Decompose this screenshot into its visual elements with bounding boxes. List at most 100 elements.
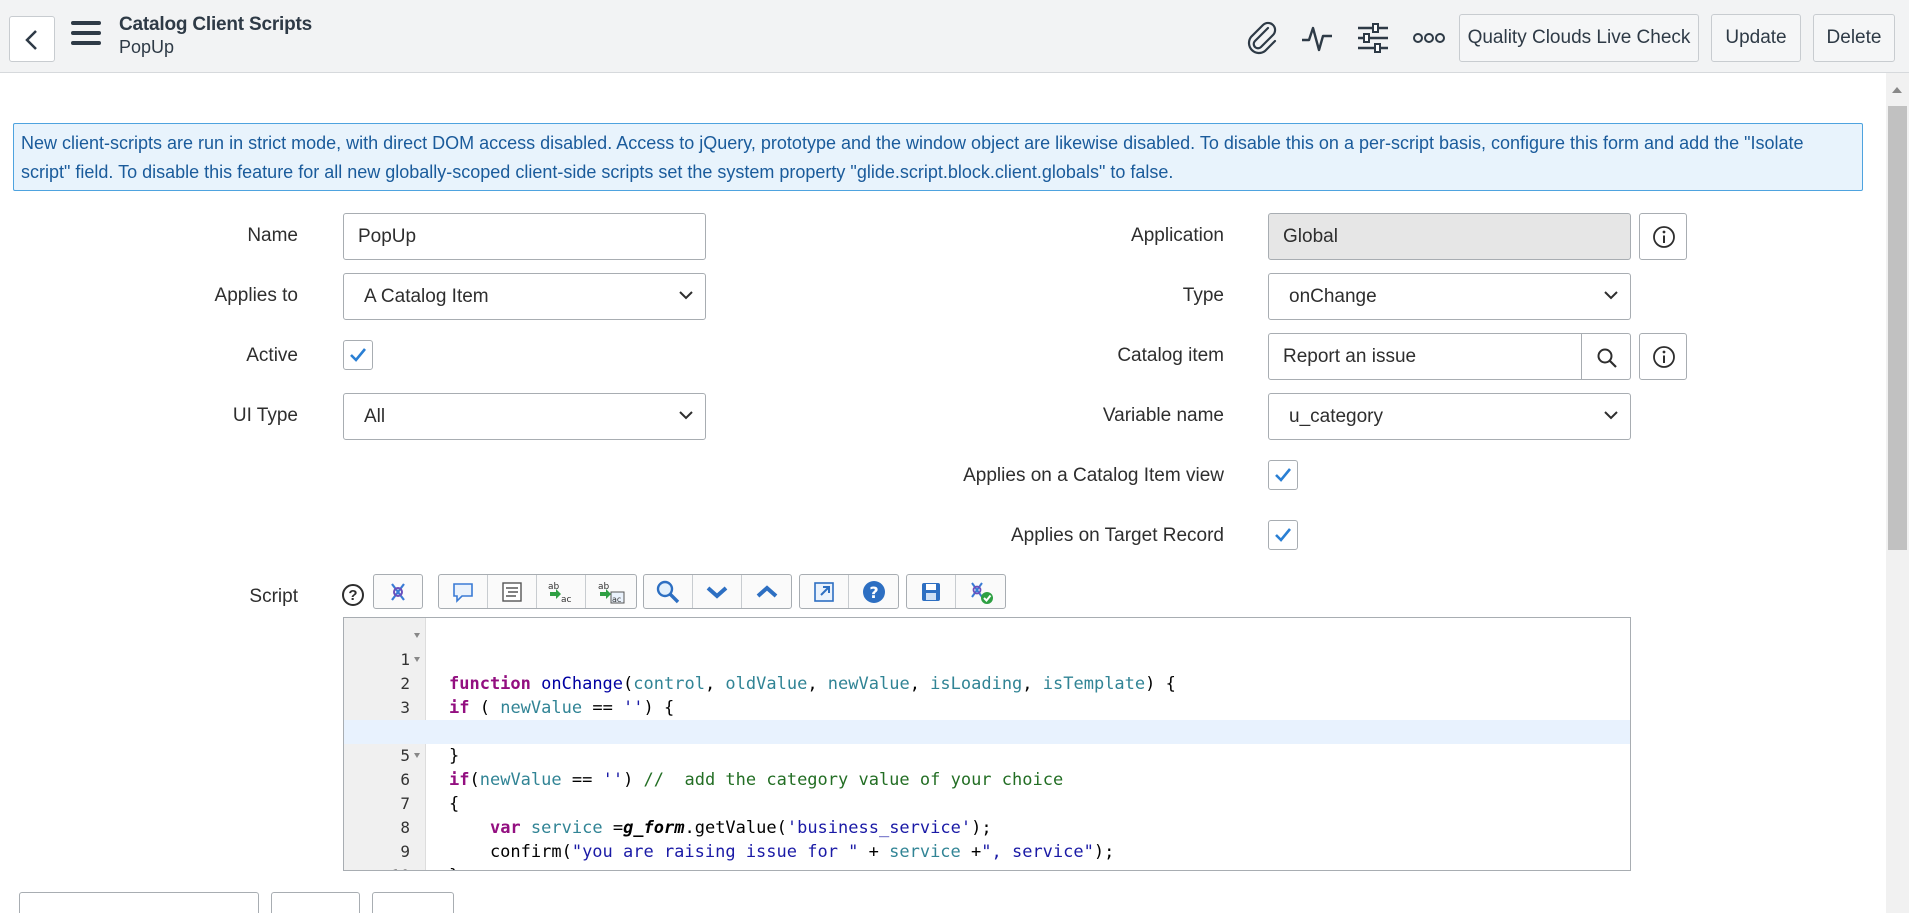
variable-name-value: u_category: [1289, 405, 1384, 427]
script-label: Script: [249, 586, 298, 607]
applies-to-label: Applies to: [214, 285, 298, 306]
bottom-delete-button[interactable]: [372, 892, 454, 913]
validate-script-button[interactable]: [956, 575, 1005, 608]
svg-text:?: ?: [869, 583, 878, 602]
check-icon: [1275, 528, 1292, 542]
type-value: onChange: [1289, 285, 1377, 307]
update-button[interactable]: Update: [1711, 14, 1801, 62]
code-line-active: 5 if(newValue == '') // add the category…: [344, 720, 1630, 790]
save-script-button[interactable]: [907, 575, 956, 608]
active-label: Active: [246, 345, 298, 366]
replace-all-icon: abac: [598, 582, 624, 604]
info-icon: [1653, 346, 1675, 368]
syntax-toggle-icon: [391, 582, 405, 601]
ui-type-label: UI Type: [232, 405, 298, 426]
code-line: 8 confirm("you are raising issue for " +…: [344, 792, 1630, 862]
line-number: 10: [344, 864, 410, 870]
editor-help-button[interactable]: ?: [849, 575, 898, 608]
toolbar-group-2: ab ac ab ac: [438, 574, 637, 609]
chevron-down-icon: [1604, 291, 1618, 300]
code-line: 2 if ( newValue == '') {: [344, 648, 1630, 718]
applies-target-record-label: Applies on Target Record: [1011, 525, 1224, 546]
active-checkbox[interactable]: [343, 340, 373, 370]
find-next-button[interactable]: [693, 575, 742, 608]
more-icon[interactable]: [1411, 20, 1447, 56]
code-line: 4 }: [344, 696, 1630, 766]
format-button[interactable]: [488, 575, 537, 608]
paperclip-icon[interactable]: [1244, 20, 1280, 56]
applies-catalog-view-checkbox[interactable]: [1268, 460, 1298, 490]
applies-to-select[interactable]: A Catalog Item: [343, 273, 706, 320]
svg-text:ab: ab: [598, 582, 610, 592]
script-editor[interactable]: 1 function onChange(control, oldValue, n…: [343, 617, 1631, 871]
replace-button[interactable]: ab ac: [537, 575, 586, 608]
script-help-icon[interactable]: ?: [342, 584, 364, 606]
page-title: Catalog Client Scripts: [119, 14, 313, 35]
back-icon: [25, 30, 37, 50]
applies-to-value: A Catalog Item: [364, 285, 489, 307]
form-header: Catalog Client Scripts PopUp Quality Clo…: [0, 0, 1909, 73]
code-line: 3 return;: [344, 672, 1630, 742]
toolbar-group-4: ?: [799, 574, 899, 609]
live-check-button[interactable]: Quality Clouds Live Check: [1459, 14, 1699, 62]
fold-icon[interactable]: [414, 657, 420, 662]
code-line: 7 var service =g_form.getValue('business…: [344, 768, 1630, 838]
bottom-action-button[interactable]: [19, 892, 259, 913]
expand-icon: [814, 581, 834, 602]
variable-name-label: Variable name: [1102, 405, 1224, 426]
application-field: Global: [1268, 213, 1631, 260]
code-line: 6 {: [344, 744, 1630, 814]
replace-all-button[interactable]: ab ac: [586, 575, 635, 608]
toggle-syntax-button[interactable]: [374, 575, 422, 608]
application-label: Application: [1131, 225, 1224, 246]
applies-target-record-checkbox[interactable]: [1268, 520, 1298, 550]
title-block: Catalog Client Scripts PopUp: [119, 14, 312, 58]
comment-button[interactable]: [439, 575, 488, 608]
code-line: 9 }: [344, 816, 1630, 870]
chevron-down-icon: [679, 291, 693, 300]
toolbar-group-5: [906, 574, 1006, 609]
find-previous-button[interactable]: [742, 575, 791, 608]
check-icon: [350, 348, 367, 362]
format-icon: [502, 581, 522, 602]
catalog-item-label: Catalog item: [1117, 345, 1224, 366]
code-line: 10 }: [344, 840, 1630, 870]
bottom-update-button[interactable]: [271, 892, 360, 913]
svg-text:ac: ac: [612, 595, 621, 604]
page-subtitle: PopUp: [119, 37, 175, 57]
name-input[interactable]: PopUp: [343, 213, 706, 260]
fullscreen-button[interactable]: [800, 575, 849, 608]
catalog-item-input[interactable]: Report an issue: [1268, 333, 1582, 380]
info-banner: New client-scripts are run in strict mod…: [13, 123, 1863, 191]
type-label: Type: [1182, 285, 1224, 306]
catalog-item-info-button[interactable]: [1639, 333, 1687, 380]
vertical-scrollbar[interactable]: [1886, 73, 1909, 913]
code-line: 1 function onChange(control, oldValue, n…: [344, 624, 1630, 694]
magnifier-icon: [656, 580, 680, 603]
find-button[interactable]: [644, 575, 693, 608]
ui-type-select[interactable]: All: [343, 393, 706, 440]
replace-icon: abac: [548, 582, 572, 604]
svg-text:ac: ac: [561, 595, 572, 604]
back-button[interactable]: [9, 16, 55, 62]
info-icon: [1653, 226, 1675, 248]
chevron-down-icon: [1604, 411, 1618, 420]
catalog-item-lookup-button[interactable]: [1581, 333, 1631, 380]
toolbar-group-3: [643, 574, 792, 609]
variable-name-select[interactable]: u_category: [1268, 393, 1631, 440]
sliders-icon[interactable]: [1355, 20, 1391, 56]
help-icon: ?: [862, 580, 885, 603]
fold-icon[interactable]: [414, 633, 420, 638]
chevron-down-icon: [706, 586, 728, 599]
fold-icon[interactable]: [414, 753, 420, 758]
delete-button[interactable]: Delete: [1813, 14, 1895, 62]
applies-catalog-view-label: Applies on a Catalog Item view: [963, 465, 1224, 486]
menu-icon[interactable]: [71, 21, 103, 51]
scroll-up-icon[interactable]: [1892, 87, 1902, 93]
ui-type-value: All: [364, 405, 386, 427]
type-select[interactable]: onChange: [1268, 273, 1631, 320]
chevron-up-icon: [756, 584, 777, 597]
scroll-thumb[interactable]: [1888, 106, 1907, 550]
activity-icon[interactable]: [1299, 20, 1335, 56]
application-info-button[interactable]: [1639, 213, 1687, 260]
